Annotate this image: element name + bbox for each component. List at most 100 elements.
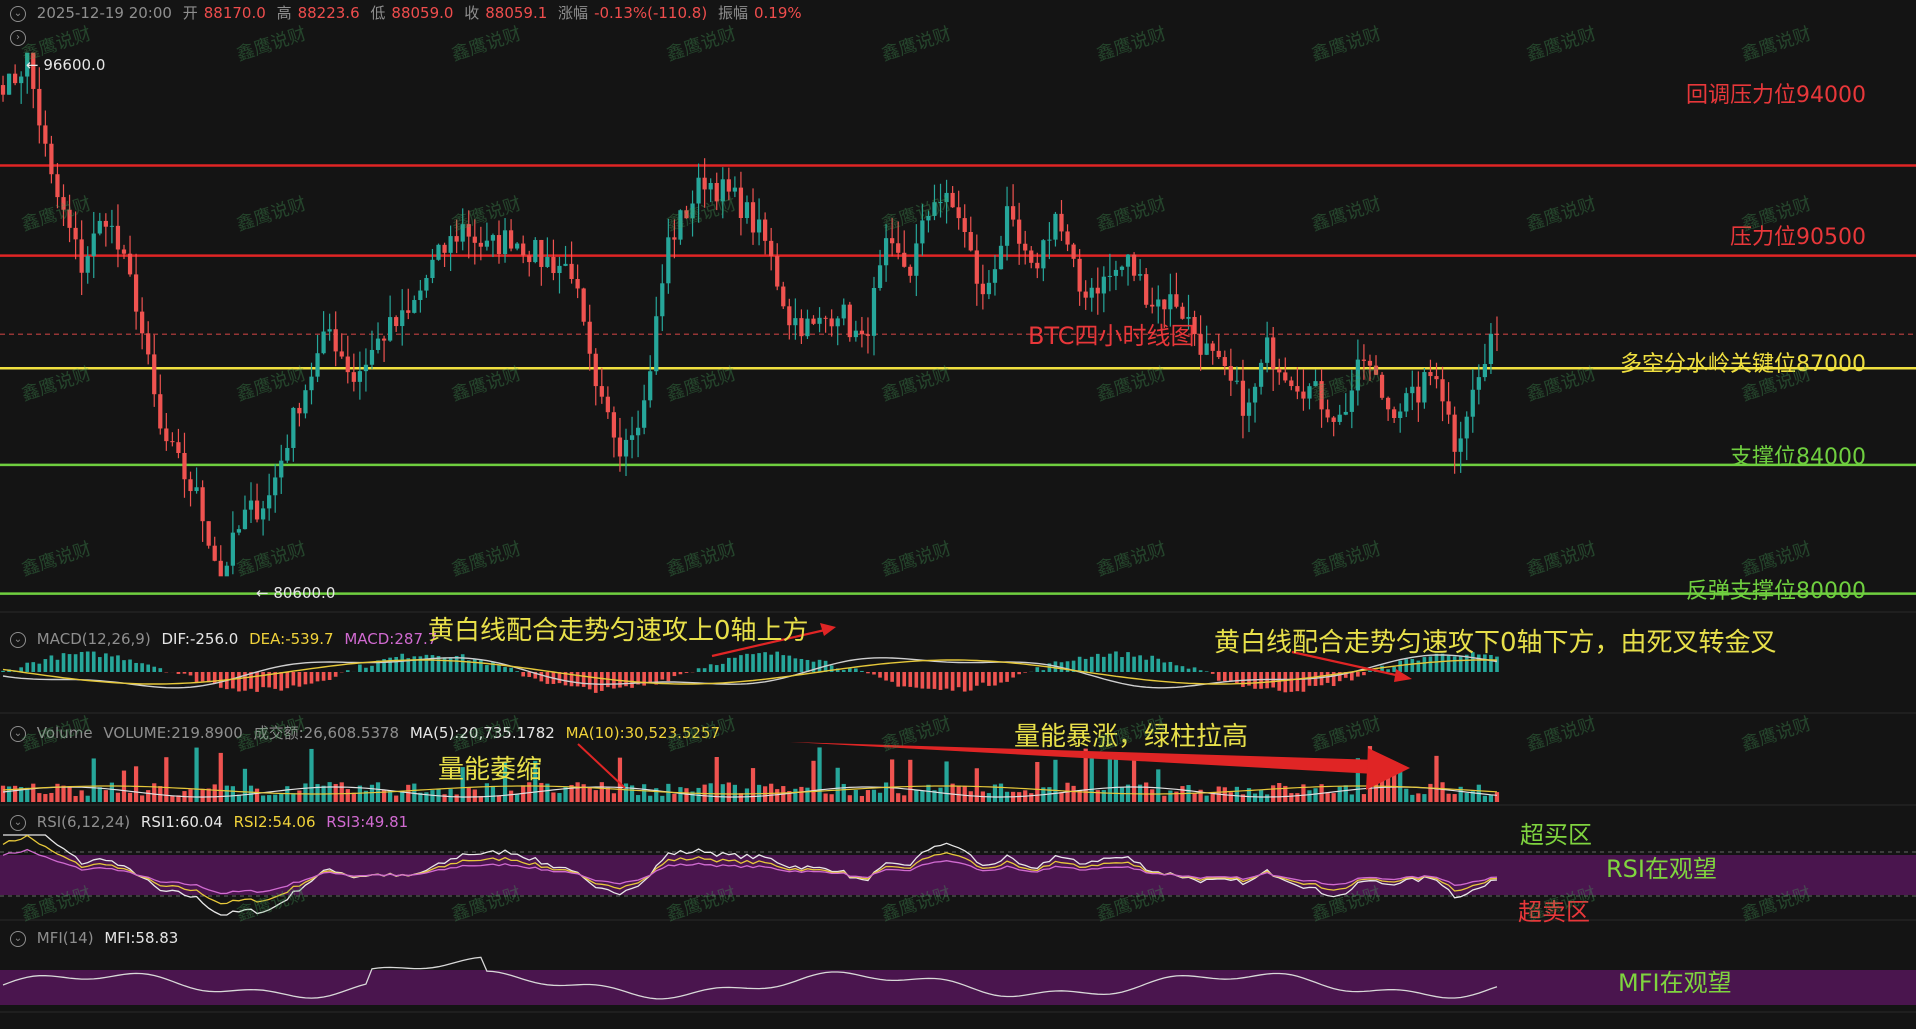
candle [1271, 326, 1276, 392]
volume-bar [430, 790, 435, 802]
candle [1392, 406, 1397, 423]
macd-bar [932, 672, 937, 689]
candle-body [1113, 269, 1119, 276]
secondary-toggle[interactable]: › [10, 28, 32, 46]
macd-bar [854, 668, 858, 672]
candle [1071, 242, 1076, 268]
macd-bar [1210, 672, 1215, 674]
macd-bar [309, 672, 314, 684]
macd-bar [1216, 672, 1221, 681]
candle [763, 212, 768, 255]
macd-bar [430, 655, 435, 672]
macd-bar [1362, 672, 1366, 676]
candle-body [206, 521, 211, 546]
candle-body [454, 236, 459, 242]
candle-body [744, 202, 750, 219]
macd-bar [1392, 666, 1396, 672]
candle [938, 183, 943, 218]
volume-bar [79, 790, 84, 802]
candle [1107, 253, 1112, 292]
rsi-overbought-label: 超买区 [1520, 821, 1592, 849]
candle-body [829, 318, 834, 327]
candle-body [212, 545, 217, 561]
candle-body [448, 236, 453, 253]
macd-bar [920, 672, 925, 689]
candle-body [853, 330, 858, 338]
volume-bar [708, 783, 713, 802]
candle [0, 75, 6, 102]
volume-bar [1410, 794, 1415, 802]
volume-bar [908, 759, 913, 802]
high-value: 88223.6 [297, 4, 360, 22]
candle-body [1470, 389, 1475, 417]
candle [43, 110, 48, 157]
macd-bar [745, 653, 749, 672]
candle-body [1131, 254, 1137, 276]
candle [67, 194, 72, 243]
candle-body [1083, 291, 1088, 298]
candle [1470, 368, 1475, 433]
macd-bar [122, 660, 126, 672]
candle-body [472, 236, 477, 243]
level-label-80000: 反弹支撑位80000 [1686, 579, 1866, 604]
candle-body [490, 235, 496, 241]
candle [932, 184, 937, 221]
volume-bar [871, 789, 877, 802]
macd-bar [727, 657, 731, 672]
candle [1349, 369, 1354, 429]
candle-body [424, 278, 429, 291]
volume-bar [865, 790, 871, 802]
macd-bar [866, 672, 870, 674]
macd-bar [1023, 672, 1028, 673]
macd-bar [1114, 651, 1118, 672]
candle [1337, 404, 1342, 425]
candle-body [1035, 262, 1040, 269]
candle [1047, 222, 1052, 260]
mfi-header: ⌄ MFI(14) MFI:58.83 [10, 929, 184, 947]
candle [91, 211, 96, 279]
macd-bar [152, 666, 157, 672]
collapse-icon[interactable]: ⌄ [10, 5, 26, 22]
candle [859, 316, 865, 348]
candle [521, 235, 526, 264]
macd-bar [587, 672, 592, 690]
rsi-name: RSI(6,12,24) [36, 813, 131, 831]
collapse-icon[interactable]: ⌄ [10, 930, 26, 947]
volume-bar [883, 782, 889, 802]
candle [835, 316, 840, 346]
candle-body [260, 508, 266, 520]
candle-body [1422, 372, 1427, 403]
candle-body [85, 256, 90, 273]
candle [127, 235, 133, 277]
macd-bar [890, 672, 894, 682]
volume-bar [1107, 759, 1112, 802]
volume-bar [829, 794, 834, 802]
volume-bar [811, 760, 816, 802]
candle-body [702, 177, 707, 190]
volume-bar [140, 795, 145, 802]
candle [146, 321, 151, 365]
macd-bar [1259, 672, 1263, 689]
volume-bar [394, 795, 399, 802]
candle [254, 483, 260, 523]
candle [230, 511, 235, 575]
candle-body [1476, 377, 1481, 390]
collapse-icon[interactable]: ⌄ [10, 814, 26, 831]
candle [865, 317, 871, 354]
candle-body [49, 143, 54, 175]
candle [1077, 249, 1082, 306]
macd-bar [448, 657, 453, 672]
candle-body [581, 288, 586, 322]
chevron-right-icon[interactable]: › [10, 29, 26, 46]
macd-dea: DEA:-539.7 [249, 630, 334, 648]
candle-body [1488, 333, 1494, 365]
bar-datetime: 2025-12-19 20:00 [36, 4, 172, 22]
collapse-icon[interactable]: ⌄ [10, 725, 26, 742]
volume-bar [890, 759, 895, 802]
candle-body [1349, 390, 1354, 412]
collapse-icon[interactable]: ⌄ [10, 631, 26, 648]
amplitude-label: 振幅 [717, 4, 748, 22]
candle-body [545, 256, 550, 267]
volume-bar [1337, 786, 1342, 802]
volume-bar [1204, 795, 1209, 802]
